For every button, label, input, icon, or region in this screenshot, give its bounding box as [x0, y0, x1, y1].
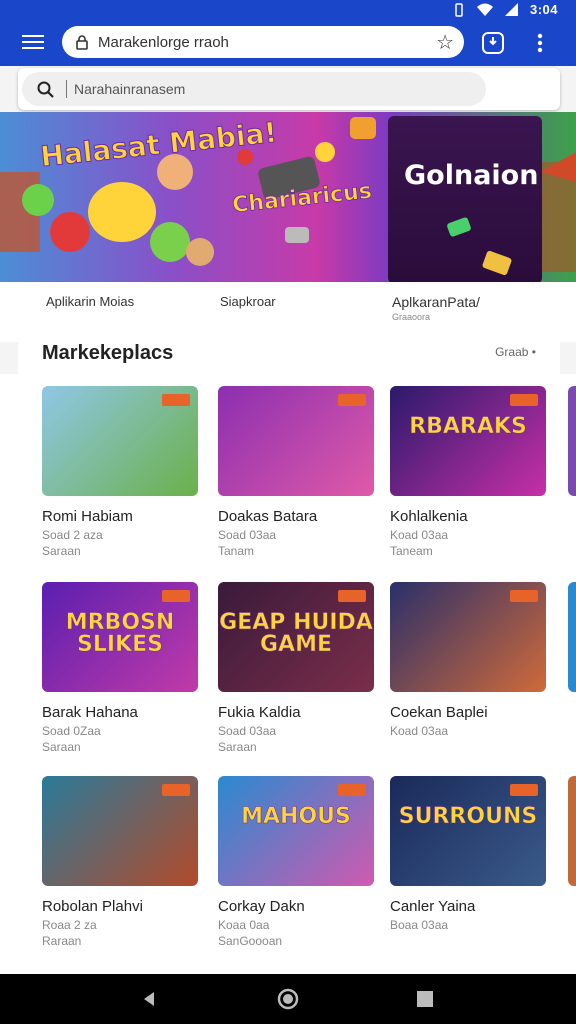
recents-icon[interactable] — [417, 991, 433, 1007]
app-badge — [162, 590, 190, 602]
app-card[interactable]: Coekan Baplei Koad 03aa — [390, 582, 548, 740]
app-thumbnail[interactable] — [42, 386, 198, 496]
app-thumbnail[interactable]: SURROUNS — [390, 776, 546, 886]
app-category: Saraan — [42, 740, 81, 754]
next-card-peek[interactable] — [568, 582, 576, 692]
app-bar: Marakenlorge rraoh ☆ — [0, 20, 576, 66]
app-meta: Soad 03aa — [218, 724, 277, 738]
url-text: Marakenlorge rraoh — [98, 34, 229, 51]
hero-banner[interactable]: Halasat Mabia! Chariaricus Golnaion — [0, 112, 576, 282]
app-name: Canler Yaina — [390, 898, 476, 915]
app-meta: Roaa 2 za — [42, 918, 97, 932]
star-icon[interactable]: ☆ — [436, 30, 454, 55]
menu-button[interactable] — [22, 32, 44, 54]
tabs-icon[interactable] — [480, 30, 506, 56]
app-name: Fukia Kaldia — [218, 704, 301, 721]
next-card-peek[interactable] — [568, 776, 576, 886]
app-meta: Boaa 03aa — [390, 918, 449, 932]
app-category: Taneam — [390, 544, 433, 558]
section-more-label: Graab — [495, 345, 529, 359]
next-card-peek[interactable] — [568, 386, 576, 496]
app-badge — [510, 784, 538, 796]
lock-icon — [76, 35, 88, 50]
app-badge — [162, 784, 190, 796]
app-thumbnail[interactable]: MAHOUS — [218, 776, 374, 886]
featured-card-art — [447, 217, 512, 276]
search-icon — [37, 81, 54, 98]
wifi-icon — [476, 3, 493, 16]
app-meta: Koaa 0aa — [218, 918, 270, 932]
banner-label-2[interactable]: Siapkroar — [220, 294, 276, 309]
app-thumbnail-title: RBARAKS — [409, 414, 527, 439]
app-name: Robolan Plahvi — [42, 898, 143, 915]
featured-card[interactable]: Golnaion — [388, 116, 542, 282]
app-category: Saraan — [218, 740, 257, 754]
section-title: Markekeplacs — [42, 342, 174, 364]
banner-label-3-sub: Graaoora — [392, 312, 431, 322]
section-header: Markekeplacs Graab • — [18, 326, 560, 376]
system-nav-bar — [0, 974, 576, 1024]
search-input[interactable]: Narahainranasem — [22, 72, 486, 106]
app-thumbnail-title: GEAP HUIDA GAME — [219, 610, 373, 657]
app-category: Saraan — [42, 544, 81, 558]
app-card[interactable]: MAHOUS Corkay Dakn Koaa 0aa SanGoooan — [218, 776, 376, 948]
app-thumbnail[interactable] — [390, 582, 546, 692]
app-name: Romi Habiam — [42, 508, 133, 525]
app-badge — [338, 590, 366, 602]
app-thumbnail[interactable]: MRBOSN SLIKES — [42, 582, 198, 692]
app-meta: Koad 03aa — [390, 724, 449, 738]
app-name: Kohlalkenia — [390, 508, 468, 525]
app-category: Tanam — [218, 544, 255, 558]
app-card[interactable]: RBARAKS Kohlalkenia Koad 03aa Taneam — [390, 386, 548, 558]
url-bar[interactable]: Marakenlorge rraoh ☆ — [62, 26, 464, 58]
app-badge — [510, 590, 538, 602]
app-card[interactable]: Robolan Plahvi Roaa 2 za Raraan — [42, 776, 200, 948]
app-thumbnail[interactable]: RBARAKS — [390, 386, 546, 496]
app-name: Corkay Dakn — [218, 898, 305, 915]
app-card[interactable]: GEAP HUIDA GAME Fukia Kaldia Soad 03aa Sara… — [218, 582, 376, 754]
banner-label-3[interactable]: AplkaranPata/ — [392, 294, 480, 310]
app-name: Doakas Batara — [218, 508, 318, 525]
search-card: Narahainranasem — [18, 68, 560, 110]
app-card[interactable]: MRBOSN SLIKES Barak Hahana Soad 0Zaa Saraan — [42, 582, 200, 754]
clock: 3:04 — [529, 2, 558, 17]
app-meta: Koad 03aa — [390, 528, 449, 542]
app-name: Barak Hahana — [42, 704, 138, 721]
search-divider — [66, 80, 67, 98]
app-category: Raraan — [42, 934, 82, 948]
section-more-link[interactable]: Graab • — [495, 345, 536, 359]
app-thumbnail-title: MRBOSN SLIKES — [65, 610, 175, 657]
app-thumbnail[interactable]: GEAP HUIDA GAME — [218, 582, 374, 692]
app-thumbnail-title: SURROUNS — [398, 804, 538, 829]
app-meta: Soad 2 aza — [42, 528, 103, 542]
app-thumbnail[interactable] — [218, 386, 374, 496]
app-name: Coekan Baplei — [390, 704, 488, 721]
more-icon[interactable] — [530, 30, 550, 56]
app-badge — [510, 394, 538, 406]
signal-icon — [504, 3, 518, 16]
search-placeholder: Narahainranasem — [74, 81, 186, 97]
app-meta: Soad 0Zaa — [42, 724, 101, 738]
home-icon[interactable] — [277, 988, 299, 1010]
status-bar: 3:04 — [0, 0, 576, 20]
back-icon[interactable] — [140, 990, 158, 1008]
app-badge — [338, 394, 366, 406]
app-badge — [162, 394, 190, 406]
app-card[interactable]: Doakas Batara Soad 03aa Tanam — [218, 386, 376, 558]
banner-label-1[interactable]: Aplikarin Moias — [46, 294, 134, 309]
status-icons: 3:04 — [453, 2, 558, 17]
app-meta: Soad 03aa — [218, 528, 277, 542]
app-card[interactable]: Romi Habiam Soad 2 aza Saraan — [42, 386, 200, 558]
app-card[interactable]: SURROUNS Canler Yaina Boaa 03aa — [390, 776, 548, 934]
app-thumbnail-title: MAHOUS — [241, 804, 351, 829]
app-category: SanGoooan — [218, 934, 283, 948]
app-thumbnail[interactable] — [42, 776, 198, 886]
app-badge — [338, 784, 366, 796]
vibrate-icon — [455, 2, 463, 17]
